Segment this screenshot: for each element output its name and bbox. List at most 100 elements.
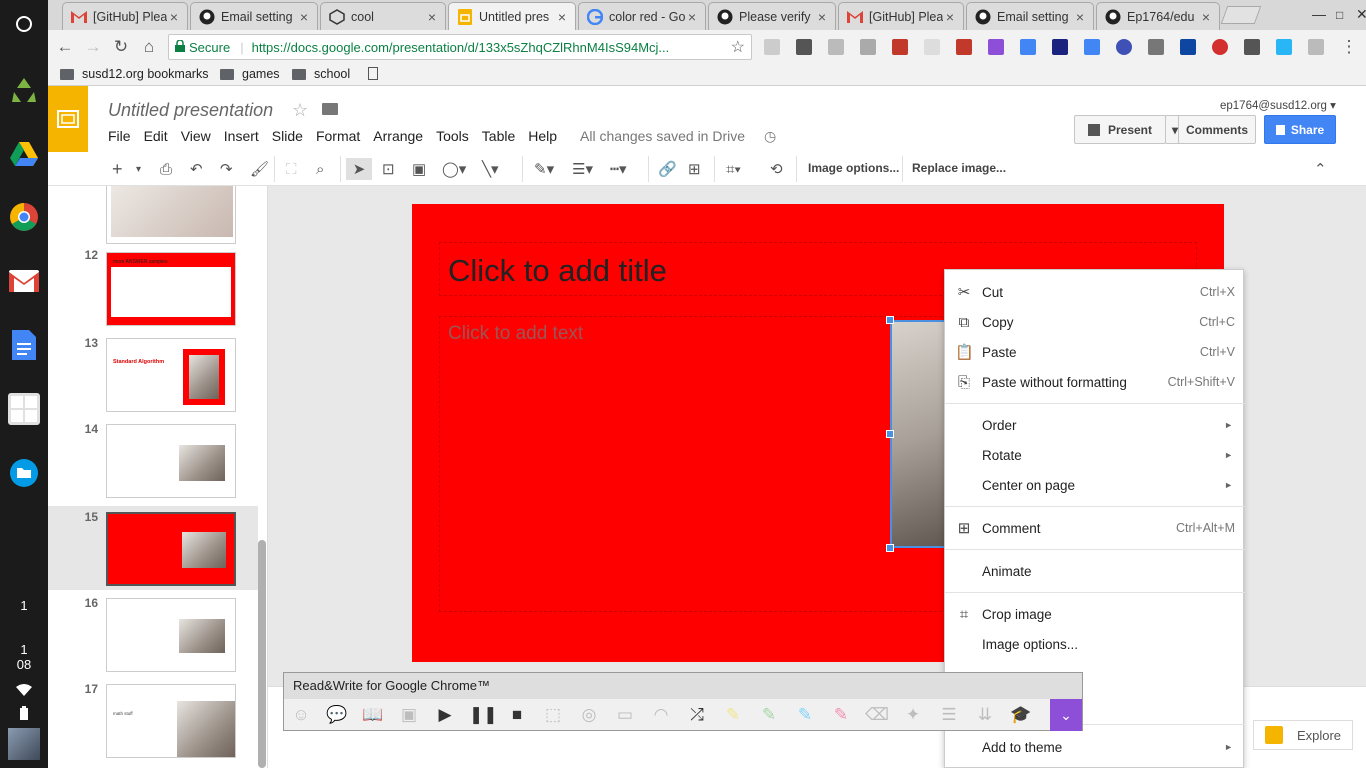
stop-icon[interactable]: ■ [505, 704, 529, 726]
menu-item-paste[interactable]: 📋 Paste Ctrl+V [945, 337, 1245, 367]
bookmark-folder[interactable]: school [292, 67, 350, 81]
calculator-icon[interactable] [6, 391, 42, 427]
new-tab-button[interactable] [1220, 6, 1262, 24]
collapse-icon[interactable]: ⌃ [1314, 158, 1327, 180]
print-icon[interactable]: ⎙ [160, 158, 172, 180]
highlight-pink-icon[interactable]: ✎ [829, 704, 853, 726]
bookmark-folder[interactable]: susd12.org bookmarks [60, 67, 208, 81]
undo-icon[interactable]: ↶ [190, 158, 203, 180]
close-icon[interactable]: × [167, 9, 181, 25]
play-icon[interactable]: ▶ [433, 704, 457, 726]
menu-item-order[interactable]: Order ► [945, 410, 1245, 440]
border-color-icon[interactable]: ✎▾ [534, 158, 554, 180]
shuffle-icon[interactable]: ⤮ [685, 704, 709, 726]
s-ext-icon[interactable] [956, 39, 972, 55]
document-title[interactable]: Untitled presentation [108, 100, 273, 121]
menu-icon[interactable]: ⋮ [1338, 36, 1360, 58]
link-icon[interactable]: 🔗 [658, 158, 677, 180]
menu-item-crop-image[interactable]: ⌗ Crop image [945, 599, 1245, 629]
menu-insert[interactable]: Insert [224, 128, 259, 145]
maximize-icon[interactable]: □ [1336, 8, 1343, 22]
redo-icon[interactable]: ↷ [220, 158, 233, 180]
tab-2[interactable]: Email setting × [190, 2, 318, 30]
shape-icon[interactable]: ◯▾ [442, 158, 466, 180]
menu-view[interactable]: View [181, 128, 211, 145]
highlight-blue-icon[interactable]: ✎ [793, 704, 817, 726]
readwrite-title[interactable]: Read&Write for Google Chrome™ [284, 673, 1082, 699]
close-icon[interactable]: × [685, 9, 699, 25]
headphones-icon[interactable]: ◠ [649, 704, 673, 726]
zoom-fit-icon[interactable]: ⛶ [286, 158, 297, 180]
gmail-icon[interactable] [6, 263, 42, 299]
replace-image-button[interactable]: Replace image... [912, 161, 1006, 175]
tab-6[interactable]: Please verify × [708, 2, 836, 30]
paint-format-icon[interactable]: 🖌 [250, 158, 269, 180]
account-email[interactable]: ep1764@susd12.org ▾ [1220, 98, 1336, 112]
highlight-green-icon[interactable]: ✎ [757, 704, 781, 726]
bookmark-folder[interactable]: games [220, 67, 280, 81]
dictionary-icon[interactable]: 💬 [325, 704, 349, 726]
text-box-icon[interactable]: ⊡ [382, 158, 395, 180]
ext-icon[interactable] [1180, 39, 1196, 55]
slide-thumbnail[interactable]: Standard Algorithm [106, 338, 236, 412]
minimize-icon[interactable]: — [1312, 6, 1326, 22]
menu-item-cut[interactable]: ✂ Cut Ctrl+X [945, 277, 1245, 307]
image-icon[interactable]: ▣ [412, 158, 426, 180]
home-icon[interactable]: ⌂ [138, 36, 160, 58]
ext-icon[interactable] [1020, 39, 1036, 55]
history-icon[interactable]: ◷ [764, 128, 776, 145]
picture-dictionary-icon[interactable]: 📖 [361, 704, 385, 726]
present-button[interactable]: Present [1074, 115, 1166, 144]
tab-4[interactable]: Untitled pres × [448, 2, 576, 30]
clear-highlights-icon[interactable]: ⌫ [865, 704, 889, 726]
close-icon[interactable]: × [1073, 9, 1087, 25]
share-button[interactable]: Share [1264, 115, 1336, 144]
slide-thumbnail[interactable] [106, 424, 236, 498]
close-icon[interactable]: × [425, 9, 439, 25]
menu-tools[interactable]: Tools [436, 128, 469, 145]
menu-item-comment[interactable]: ⊞ Comment Ctrl+Alt+M [945, 513, 1245, 543]
slide-thumbnail[interactable]: math stuff [106, 684, 236, 758]
select-icon[interactable]: ➤ [346, 158, 372, 180]
pause-icon[interactable]: ❚❚ [469, 704, 498, 726]
border-dash-icon[interactable]: ┅▾ [610, 158, 627, 180]
menu-item-center-on-page[interactable]: Center on page ► [945, 470, 1245, 500]
tab-8[interactable]: Email setting × [966, 2, 1094, 30]
save-status[interactable]: All changes saved in Drive [580, 128, 745, 145]
collect-highlights-icon[interactable]: ✦ [901, 704, 925, 726]
tab-9[interactable]: Ep1764/edu × [1096, 2, 1220, 30]
border-weight-icon[interactable]: ☰▾ [572, 158, 593, 180]
close-icon[interactable]: × [1199, 9, 1213, 25]
reset-image-icon[interactable]: ⟲ [770, 158, 783, 180]
drive-icon[interactable] [6, 136, 42, 172]
line-icon[interactable]: ╲▾ [482, 158, 499, 180]
highlight-yellow-icon[interactable]: ✎ [721, 704, 745, 726]
clock-hour[interactable]: 1 [0, 642, 48, 657]
slide-thumbnail[interactable] [106, 186, 236, 244]
chrome-icon[interactable] [6, 199, 42, 235]
menu-format[interactable]: Format [316, 128, 360, 145]
close-window-icon[interactable]: ✕ [1356, 6, 1366, 23]
explore-button[interactable]: Explore [1253, 720, 1353, 750]
sort-icon[interactable]: ⇊ [973, 704, 997, 726]
menu-item-copy[interactable]: ⧉ Copy Ctrl+C [945, 307, 1245, 337]
tab-5[interactable]: color red - Go × [578, 2, 706, 30]
filmstrip-scrollbar[interactable] [258, 540, 266, 768]
ext-icon[interactable] [828, 39, 844, 55]
add-comment-icon[interactable]: ⊞ [688, 158, 701, 180]
address-bar[interactable]: Secure | https://docs.google.com/present… [168, 34, 752, 60]
close-icon[interactable]: × [297, 9, 311, 25]
comments-button[interactable]: Comments [1178, 115, 1256, 144]
bookmark-star-icon[interactable]: ☆ [731, 37, 745, 57]
slides-logo-icon[interactable] [48, 86, 88, 152]
menu-edit[interactable]: Edit [144, 128, 168, 145]
audio-maker-icon[interactable]: ◎ [577, 704, 601, 726]
vocabulary-list-icon[interactable]: ☰ [937, 704, 961, 726]
screen-mask-icon[interactable]: ▭ [613, 704, 637, 726]
user-avatar[interactable] [8, 728, 40, 760]
c-blue-ext-icon[interactable] [1276, 39, 1292, 55]
menu-item-rotate[interactable]: Rotate ► [945, 440, 1245, 470]
expand-icon[interactable]: ⌄ [1050, 699, 1082, 731]
layout-dropdown-icon[interactable]: ▾ [136, 158, 141, 180]
predictor-icon[interactable]: ☺ [289, 704, 313, 726]
